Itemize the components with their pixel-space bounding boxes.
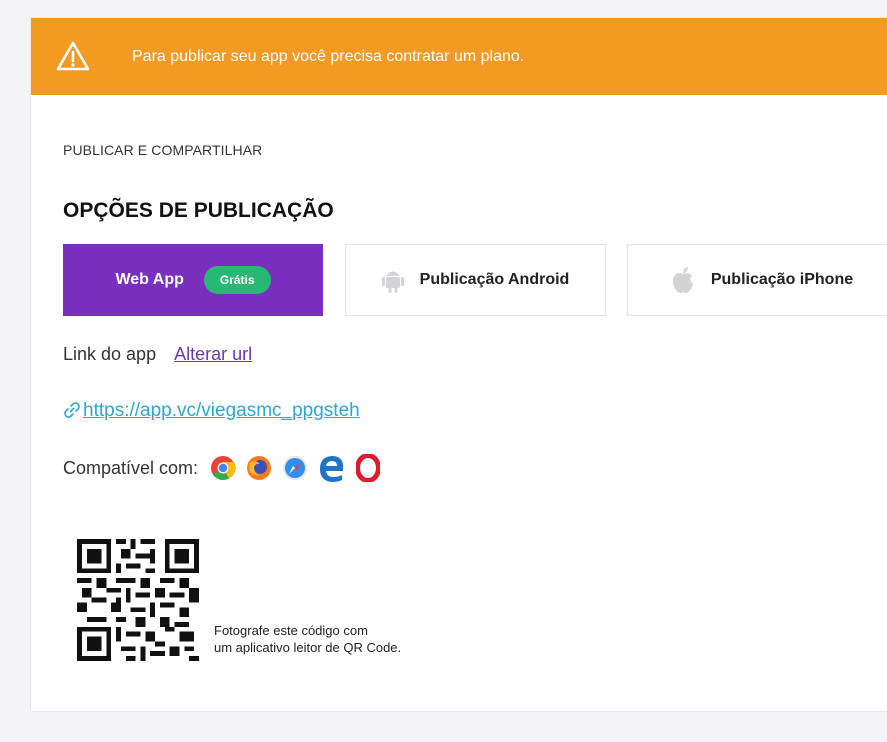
edge-icon (318, 454, 346, 482)
compat-label: Compatível com: (63, 457, 199, 478)
link-icon (64, 402, 80, 418)
publish-card: Para publicar seu app você precisa contr… (30, 17, 887, 712)
iphone-option[interactable]: Publicação iPhone (627, 244, 887, 316)
change-url-link[interactable]: Alterar url (174, 344, 252, 364)
web-app-label: Web App (115, 271, 184, 288)
web-app-option[interactable]: Web App Grátis (63, 244, 323, 316)
android-option[interactable]: Publicação Android (345, 244, 606, 316)
qr-code (77, 539, 199, 661)
plan-warning-banner: Para publicar seu app você precisa contr… (31, 18, 887, 95)
section-label: PUBLICAR E COMPARTILHAR (63, 142, 263, 158)
compatibility-row: Compatível com: (63, 454, 390, 482)
apple-icon (672, 267, 693, 293)
qr-instructions-line1: Fotografe este código com (214, 623, 368, 638)
android-label: Publicação Android (419, 271, 570, 288)
qr-instructions: Fotografe este código com um aplicativo … (214, 622, 401, 656)
safari-icon (282, 455, 308, 481)
free-badge: Grátis (203, 266, 271, 294)
opera-icon (356, 454, 381, 482)
chrome-icon (210, 455, 236, 481)
app-url-row: https://app.vc/viegasmc_ppgsteh (63, 400, 360, 422)
qr-instructions-line2: um aplicativo leitor de QR Code. (214, 640, 402, 655)
app-link-row: Link do app Alterar url (63, 344, 252, 365)
app-url-link[interactable]: https://app.vc/viegasmc_ppgsteh (83, 400, 360, 421)
warning-triangle-icon (56, 40, 90, 72)
app-link-label: Link do app (63, 344, 157, 364)
section-title: OPÇÕES DE PUBLICAÇÃO (63, 199, 334, 222)
android-icon (381, 271, 404, 293)
firefox-icon (246, 455, 272, 481)
iphone-label: Publicação iPhone (710, 271, 854, 288)
warning-text: Para publicar seu app você precisa contr… (132, 48, 525, 65)
